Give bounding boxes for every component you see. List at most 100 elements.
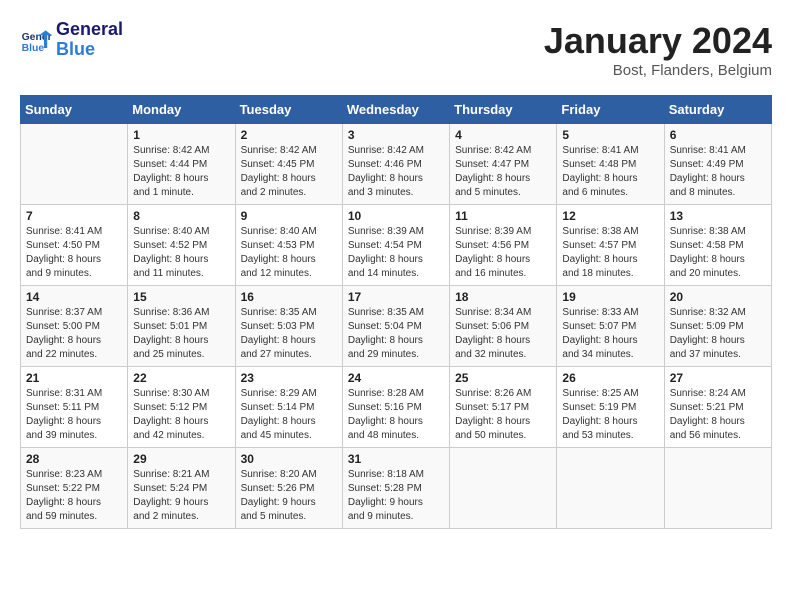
calendar-cell: 23 Sunrise: 8:29 AM Sunset: 5:14 PM Dayli…: [235, 367, 342, 448]
day-info: Sunrise: 8:39 AM Sunset: 4:54 PM Dayligh…: [348, 225, 444, 281]
calendar-cell: 20 Sunrise: 8:32 AM Sunset: 5:09 PM Dayli…: [664, 286, 771, 367]
calendar-cell: 17 Sunrise: 8:35 AM Sunset: 5:04 PM Dayli…: [342, 286, 449, 367]
day-info: Sunrise: 8:39 AM Sunset: 4:56 PM Dayligh…: [455, 225, 551, 281]
day-info: Sunrise: 8:33 AM Sunset: 5:07 PM Dayligh…: [562, 306, 658, 362]
calendar-week-row: 28Sunrise: 8:23 AM Sunset: 5:22 PM Dayli…: [21, 448, 772, 529]
calendar-week-row: 14 Sunrise: 8:37 AM Sunset: 5:00 PM Dayli…: [21, 286, 772, 367]
day-info: Sunrise: 8:30 AM Sunset: 5:12 PM Dayligh…: [133, 387, 229, 443]
day-number: 1: [133, 128, 229, 142]
weekday-header-saturday: Saturday: [664, 96, 771, 124]
weekday-header-monday: Monday: [128, 96, 235, 124]
day-number: 27: [670, 371, 766, 385]
day-number: 15: [133, 290, 229, 304]
day-number: 11: [455, 209, 551, 223]
day-number: 6: [670, 128, 766, 142]
day-number: 29: [133, 452, 229, 466]
calendar-cell: 14 Sunrise: 8:37 AM Sunset: 5:00 PM Dayli…: [21, 286, 128, 367]
calendar-cell: 9 Sunrise: 8:40 AM Sunset: 4:53 PM Daylig…: [235, 205, 342, 286]
calendar-cell: 1 Sunrise: 8:42 AM Sunset: 4:44 PM Daylig…: [128, 124, 235, 205]
weekday-header-friday: Friday: [557, 96, 664, 124]
calendar-body: 1 Sunrise: 8:42 AM Sunset: 4:44 PM Daylig…: [21, 124, 772, 529]
logo-general: General: [56, 19, 123, 39]
weekday-header-tuesday: Tuesday: [235, 96, 342, 124]
day-number: 18: [455, 290, 551, 304]
day-info: Sunrise: 8:36 AM Sunset: 5:01 PM Dayligh…: [133, 306, 229, 362]
calendar-cell: 21 Sunrise: 8:31 AM Sunset: 5:11 PM Dayli…: [21, 367, 128, 448]
calendar-cell: 3 Sunrise: 8:42 AM Sunset: 4:46 PM Daylig…: [342, 124, 449, 205]
day-info: Sunrise: 8:42 AM Sunset: 4:46 PM Dayligh…: [348, 144, 444, 200]
day-number: 19: [562, 290, 658, 304]
calendar-cell: 8 Sunrise: 8:40 AM Sunset: 4:52 PM Daylig…: [128, 205, 235, 286]
calendar-cell: 5Sunrise: 8:41 AM Sunset: 4:48 PM Daylig…: [557, 124, 664, 205]
calendar-cell: [21, 124, 128, 205]
days-of-week-row: SundayMondayTuesdayWednesdayThursdayFrid…: [21, 96, 772, 124]
calendar-cell: 16 Sunrise: 8:35 AM Sunset: 5:03 PM Dayli…: [235, 286, 342, 367]
day-number: 28: [26, 452, 122, 466]
day-info: Sunrise: 8:29 AM Sunset: 5:14 PM Dayligh…: [241, 387, 337, 443]
calendar-cell: 30Sunrise: 8:20 AM Sunset: 5:26 PM Dayli…: [235, 448, 342, 529]
day-number: 21: [26, 371, 122, 385]
day-info: Sunrise: 8:26 AM Sunset: 5:17 PM Dayligh…: [455, 387, 551, 443]
day-number: 7: [26, 209, 122, 223]
day-number: 10: [348, 209, 444, 223]
day-info: Sunrise: 8:24 AM Sunset: 5:21 PM Dayligh…: [670, 387, 766, 443]
day-info: Sunrise: 8:35 AM Sunset: 5:03 PM Dayligh…: [241, 306, 337, 362]
calendar-cell: 15 Sunrise: 8:36 AM Sunset: 5:01 PM Dayli…: [128, 286, 235, 367]
day-info: Sunrise: 8:32 AM Sunset: 5:09 PM Dayligh…: [670, 306, 766, 362]
logo-text: General Blue: [56, 20, 123, 60]
calendar-cell: 19 Sunrise: 8:33 AM Sunset: 5:07 PM Dayli…: [557, 286, 664, 367]
day-info: Sunrise: 8:41 AM Sunset: 4:50 PM Dayligh…: [26, 225, 122, 281]
day-number: 12: [562, 209, 658, 223]
day-number: 31: [348, 452, 444, 466]
day-number: 23: [241, 371, 337, 385]
day-number: 30: [241, 452, 337, 466]
location-subtitle: Bost, Flanders, Belgium: [544, 62, 772, 79]
month-title: January 2024: [544, 20, 772, 62]
day-number: 2: [241, 128, 337, 142]
day-number: 13: [670, 209, 766, 223]
weekday-header-wednesday: Wednesday: [342, 96, 449, 124]
weekday-header-sunday: Sunday: [21, 96, 128, 124]
calendar-header: SundayMondayTuesdayWednesdayThursdayFrid…: [21, 96, 772, 124]
calendar-cell: 24Sunrise: 8:28 AM Sunset: 5:16 PM Dayli…: [342, 367, 449, 448]
calendar-cell: 18 Sunrise: 8:34 AM Sunset: 5:06 PM Dayli…: [450, 286, 557, 367]
calendar-cell: 13 Sunrise: 8:38 AM Sunset: 4:58 PM Dayli…: [664, 205, 771, 286]
calendar-cell: [557, 448, 664, 529]
calendar-week-row: 1 Sunrise: 8:42 AM Sunset: 4:44 PM Daylig…: [21, 124, 772, 205]
calendar-cell: 12 Sunrise: 8:38 AM Sunset: 4:57 PM Dayli…: [557, 205, 664, 286]
day-info: Sunrise: 8:38 AM Sunset: 4:57 PM Dayligh…: [562, 225, 658, 281]
day-info: Sunrise: 8:25 AM Sunset: 5:19 PM Dayligh…: [562, 387, 658, 443]
day-number: 14: [26, 290, 122, 304]
day-number: 3: [348, 128, 444, 142]
title-block: January 2024 Bost, Flanders, Belgium: [544, 20, 772, 79]
calendar-cell: 11 Sunrise: 8:39 AM Sunset: 4:56 PM Dayli…: [450, 205, 557, 286]
calendar-cell: [664, 448, 771, 529]
day-info: Sunrise: 8:41 AM Sunset: 4:49 PM Dayligh…: [670, 144, 766, 200]
day-number: 20: [670, 290, 766, 304]
calendar-week-row: 21 Sunrise: 8:31 AM Sunset: 5:11 PM Dayli…: [21, 367, 772, 448]
day-number: 22: [133, 371, 229, 385]
day-info: Sunrise: 8:37 AM Sunset: 5:00 PM Dayligh…: [26, 306, 122, 362]
calendar-cell: 10 Sunrise: 8:39 AM Sunset: 4:54 PM Dayli…: [342, 205, 449, 286]
calendar-cell: 25Sunrise: 8:26 AM Sunset: 5:17 PM Dayli…: [450, 367, 557, 448]
logo: General Blue General Blue: [20, 20, 123, 60]
calendar-table: SundayMondayTuesdayWednesdayThursdayFrid…: [20, 95, 772, 529]
day-info: Sunrise: 8:40 AM Sunset: 4:52 PM Dayligh…: [133, 225, 229, 281]
calendar-cell: 7 Sunrise: 8:41 AM Sunset: 4:50 PM Daylig…: [21, 205, 128, 286]
calendar-week-row: 7 Sunrise: 8:41 AM Sunset: 4:50 PM Daylig…: [21, 205, 772, 286]
day-number: 16: [241, 290, 337, 304]
logo-blue: Blue: [56, 39, 95, 59]
logo-icon: General Blue: [20, 24, 52, 56]
day-info: Sunrise: 8:42 AM Sunset: 4:44 PM Dayligh…: [133, 144, 229, 200]
day-info: Sunrise: 8:34 AM Sunset: 5:06 PM Dayligh…: [455, 306, 551, 362]
day-info: Sunrise: 8:38 AM Sunset: 4:58 PM Dayligh…: [670, 225, 766, 281]
day-number: 8: [133, 209, 229, 223]
day-info: Sunrise: 8:28 AM Sunset: 5:16 PM Dayligh…: [348, 387, 444, 443]
day-info: Sunrise: 8:21 AM Sunset: 5:24 PM Dayligh…: [133, 468, 229, 524]
day-number: 9: [241, 209, 337, 223]
day-info: Sunrise: 8:31 AM Sunset: 5:11 PM Dayligh…: [26, 387, 122, 443]
day-info: Sunrise: 8:35 AM Sunset: 5:04 PM Dayligh…: [348, 306, 444, 362]
day-number: 17: [348, 290, 444, 304]
weekday-header-thursday: Thursday: [450, 96, 557, 124]
day-info: Sunrise: 8:40 AM Sunset: 4:53 PM Dayligh…: [241, 225, 337, 281]
